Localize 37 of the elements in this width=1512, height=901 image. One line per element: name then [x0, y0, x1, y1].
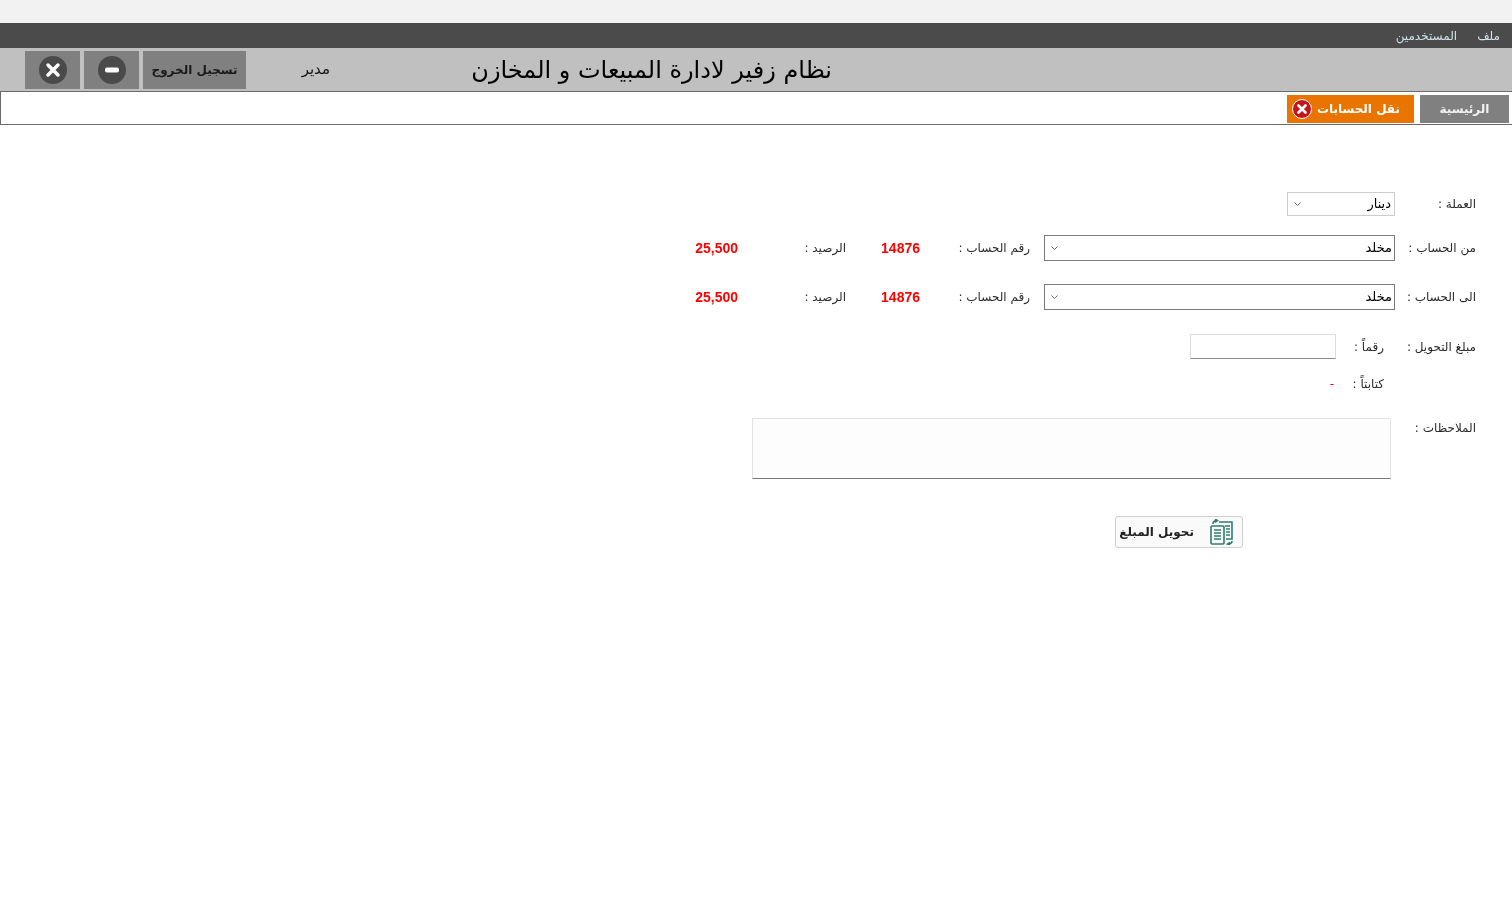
balance-label: الرصيد :	[804, 240, 846, 257]
chevron-down-icon	[1051, 295, 1058, 299]
transfer-button[interactable]: تحويل المبلغ	[1115, 516, 1243, 548]
amount-in-words: -	[1329, 376, 1334, 393]
account-number: 14876	[881, 238, 920, 258]
balance-label: الرصيد :	[804, 289, 846, 306]
documents-icon	[1210, 519, 1234, 545]
account-number-label: رقم الحساب :	[958, 240, 1030, 257]
numeric-label: رقماً :	[1354, 337, 1384, 356]
app-title: نظام زفير لادارة المبيعات و المخازن	[471, 57, 832, 82]
currency-select[interactable]: دينار	[1287, 192, 1395, 216]
notes-field[interactable]	[752, 418, 1391, 479]
field-label: من الحساب :	[1408, 240, 1476, 257]
minimize-button[interactable]	[84, 50, 139, 89]
account-select[interactable]: مخلد	[1044, 284, 1395, 310]
field-label: الملاحظات :	[1414, 420, 1476, 437]
chevron-down-icon	[1294, 202, 1301, 206]
logout-button[interactable]: تسجيل الخروج	[143, 50, 246, 89]
close-icon	[38, 55, 67, 84]
field-label: مبلغ التحويل :	[1406, 338, 1476, 356]
account-select[interactable]: مخلد	[1044, 235, 1395, 261]
field-label: العملة :	[1438, 196, 1476, 213]
close-icon[interactable]	[1292, 99, 1312, 119]
words-label: كتابتاً :	[1352, 375, 1384, 393]
account-number: 14876	[881, 287, 920, 307]
balance-value: 25,500	[695, 287, 738, 307]
menu-item[interactable]: المستخدمين	[1395, 29, 1458, 42]
field-label: الى الحساب :	[1406, 289, 1476, 306]
close-button[interactable]	[25, 50, 80, 89]
chevron-down-icon	[1051, 246, 1058, 250]
tab[interactable]: الرئيسية	[1420, 95, 1509, 123]
amount-input[interactable]	[1190, 334, 1336, 359]
balance-value: 25,500	[695, 238, 738, 258]
account-number-label: رقم الحساب :	[958, 289, 1030, 306]
menu-item[interactable]: ملف	[1477, 29, 1500, 42]
minimize-icon	[97, 55, 126, 84]
user-role: مدير	[301, 62, 330, 77]
